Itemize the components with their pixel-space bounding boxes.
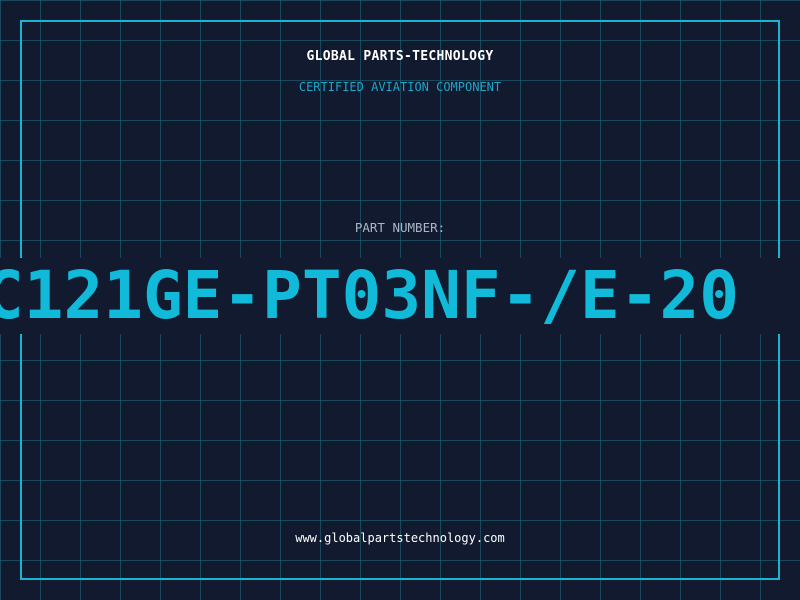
part-number-band: C121GE-PT03NF-/E-20 bbox=[0, 258, 800, 334]
company-name: GLOBAL PARTS-TECHNOLOGY bbox=[306, 49, 494, 64]
certification-label: CERTIFIED AVIATION COMPONENT bbox=[298, 80, 502, 94]
part-number-value: C121GE-PT03NF-/E-20 bbox=[0, 258, 739, 334]
certificate-card: GLOBAL PARTS-TECHNOLOGY CERTIFIED AVIATI… bbox=[0, 0, 800, 600]
part-number-label: PART NUMBER: bbox=[354, 220, 446, 235]
website-url: www.globalpartstechnology.com bbox=[295, 531, 505, 545]
